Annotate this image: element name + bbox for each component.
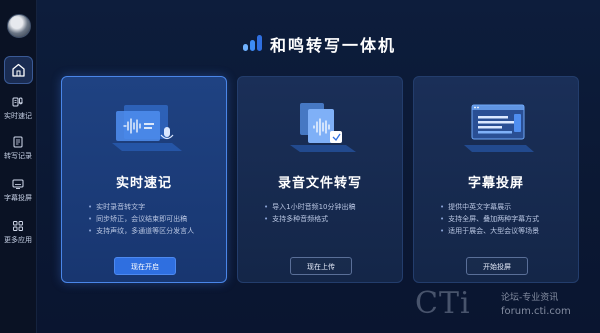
- card-title: 实时速记: [115, 176, 172, 191]
- watermark: CTi 论坛-专业资讯 forum.cti.com: [413, 284, 571, 332]
- subtitle-screen-illustration: [464, 104, 534, 152]
- watermark-tagline: 论坛-专业资讯: [501, 293, 559, 303]
- logo-icon: [243, 35, 262, 51]
- list-item: 提供中英文字幕展示: [440, 201, 539, 213]
- watermark-url: forum.cti.com: [501, 306, 571, 317]
- watermark-brand: CTi: [415, 286, 471, 321]
- document-icon: [13, 136, 23, 148]
- list-item: 支持多种音频格式: [264, 213, 356, 225]
- sidebar-item-label: 字幕投屏: [4, 194, 32, 202]
- feature-list: 实时录音转文字 同步矫正，会议结束即可出稿 支持声纹，多通道等区分发言人: [88, 201, 194, 237]
- start-now-button[interactable]: 现在开启: [114, 257, 176, 275]
- page-title: 和鸣转写一体机: [270, 36, 397, 55]
- list-item: 支持全屏、叠加两种字幕方式: [440, 213, 539, 225]
- file-transcribe-illustration: [290, 103, 356, 152]
- home-icon: [12, 63, 25, 77]
- list-item: 适用于展会、大型会议等场景: [440, 225, 539, 237]
- list-item: 实时录音转文字: [88, 201, 194, 213]
- sidebar-item-label: 转写记录: [4, 152, 32, 160]
- list-item: 同步矫正，会议结束即可出稿: [88, 213, 194, 225]
- sidebar-item-label: 更多应用: [4, 236, 32, 244]
- list-item: 导入1小时音频10分钟出稿: [264, 201, 355, 213]
- sidebar-item-more[interactable]: 更多应用: [0, 220, 36, 245]
- card-title: 字幕投屏: [467, 176, 524, 191]
- card-title: 录音文件转写: [277, 176, 362, 191]
- list-item: 支持声纹，多通道等区分发言人: [88, 225, 194, 237]
- start-projection-button[interactable]: 开始投屏: [466, 257, 528, 275]
- feature-list: 提供中英文字幕展示 支持全屏、叠加两种字幕方式 适用于展会、大型会议等场景: [440, 201, 539, 237]
- sidebar-item-label: 实时速记: [4, 112, 32, 120]
- sidebar-item-realtime[interactable]: 实时速记: [0, 96, 36, 121]
- card-realtime[interactable]: 实时速记 实时录音转文字 同步矫正，会议结束即可出稿 支持声纹，多通道等区分发言…: [61, 76, 227, 283]
- screen-icon: [12, 179, 24, 189]
- mic-text-icon: [12, 97, 23, 107]
- realtime-transcribe-illustration: [112, 105, 182, 151]
- upload-now-button[interactable]: 现在上传: [290, 257, 352, 275]
- apps-grid-icon: [13, 221, 23, 231]
- sidebar: 实时速记 转写记录 字幕投屏 更多应用: [0, 0, 37, 333]
- sidebar-item-home[interactable]: [4, 56, 33, 84]
- sidebar-item-subtitle[interactable]: 字幕投屏: [0, 178, 36, 203]
- card-subtitle-projection[interactable]: 字幕投屏 提供中英文字幕展示 支持全屏、叠加两种字幕方式 适用于展会、大型会议等…: [413, 76, 579, 283]
- card-file-transcribe[interactable]: 录音文件转写 导入1小时音频10分钟出稿 支持多种音频格式 现在上传: [237, 76, 403, 283]
- feature-list: 导入1小时音频10分钟出稿 支持多种音频格式: [264, 201, 356, 225]
- avatar[interactable]: [7, 14, 31, 38]
- sidebar-item-records[interactable]: 转写记录: [0, 136, 36, 161]
